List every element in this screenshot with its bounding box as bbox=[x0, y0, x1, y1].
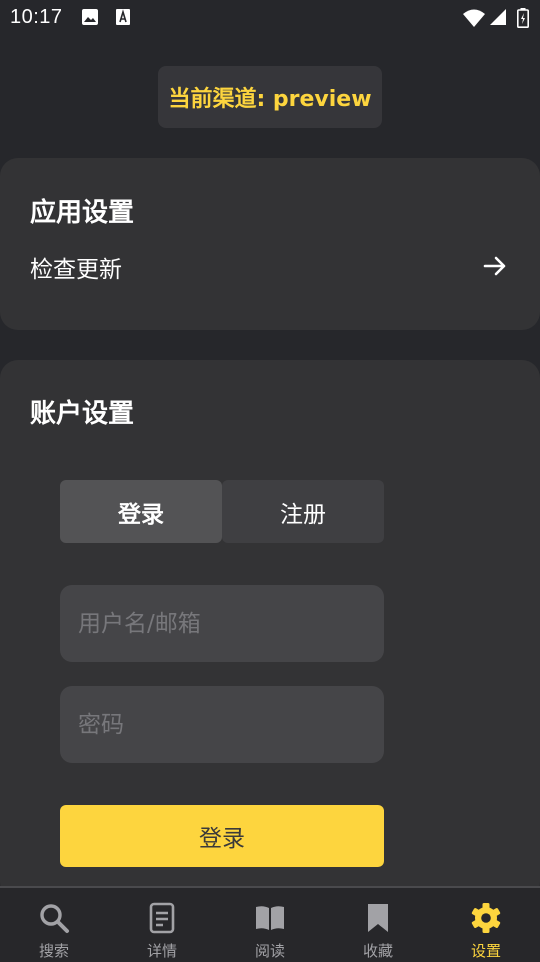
image-notification-icon bbox=[82, 9, 98, 25]
nav-item-search[interactable]: 搜索 bbox=[0, 888, 108, 962]
gear-icon bbox=[471, 903, 501, 933]
password-input[interactable] bbox=[60, 686, 384, 763]
bottom-nav: 搜索 详情 阅读 收藏 设置 bbox=[0, 886, 540, 962]
nav-item-settings[interactable]: 设置 bbox=[432, 888, 540, 962]
wifi-icon bbox=[463, 9, 485, 27]
app-settings-title: 应用设置 bbox=[30, 198, 135, 228]
login-submit-button[interactable]: 登录 bbox=[60, 805, 384, 867]
channel-badge: 当前渠道: preview bbox=[158, 66, 382, 128]
check-update-label[interactable]: 检查更新 bbox=[30, 250, 122, 284]
nav-item-details[interactable]: 详情 bbox=[108, 888, 216, 962]
account-settings-title: 账户设置 bbox=[30, 399, 135, 429]
nav-label-details: 详情 bbox=[146, 942, 177, 960]
search-icon bbox=[40, 904, 69, 933]
account-settings-card: 账户设置 登录 注册 登录 bbox=[0, 360, 540, 900]
nav-item-read[interactable]: 阅读 bbox=[216, 888, 324, 962]
status-bar: 10:17 bbox=[0, 0, 540, 36]
signal-icon bbox=[490, 9, 506, 25]
document-icon bbox=[149, 902, 175, 934]
nav-label-favorites: 收藏 bbox=[362, 942, 393, 960]
username-input[interactable] bbox=[60, 585, 384, 662]
nav-label-settings: 设置 bbox=[470, 942, 501, 960]
nav-item-favorites[interactable]: 收藏 bbox=[324, 888, 432, 962]
app-settings-card: 应用设置 检查更新 bbox=[0, 158, 540, 330]
arrow-right-icon[interactable] bbox=[482, 253, 508, 279]
nav-label-search: 搜索 bbox=[38, 942, 69, 960]
tab-register[interactable]: 注册 bbox=[222, 480, 384, 543]
bookmark-icon bbox=[368, 904, 388, 932]
nav-label-read: 阅读 bbox=[254, 942, 285, 960]
font-notification-icon bbox=[116, 9, 130, 25]
status-time: 10:17 bbox=[10, 6, 63, 28]
tab-login[interactable]: 登录 bbox=[60, 480, 222, 543]
book-icon bbox=[256, 906, 284, 930]
battery-icon bbox=[517, 8, 529, 28]
